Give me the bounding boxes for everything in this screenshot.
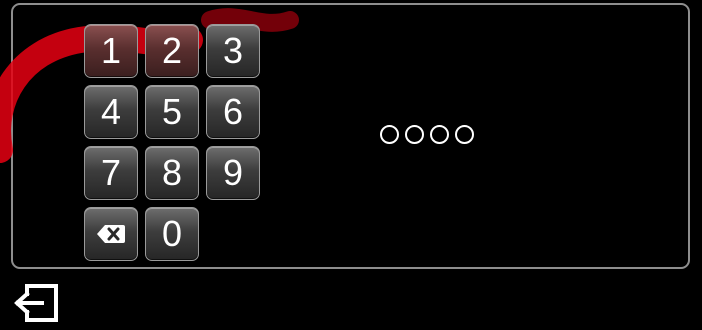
pin-dot: [430, 125, 449, 144]
backspace-button[interactable]: [84, 207, 138, 261]
key-4[interactable]: 4: [84, 85, 138, 139]
key-9[interactable]: 9: [206, 146, 260, 200]
pin-indicator: [380, 125, 474, 144]
key-5[interactable]: 5: [145, 85, 199, 139]
key-7[interactable]: 7: [84, 146, 138, 200]
pin-dot: [455, 125, 474, 144]
backspace-icon: [97, 225, 125, 243]
key-1[interactable]: 1: [84, 24, 138, 78]
exit-icon: [14, 284, 58, 322]
key-2[interactable]: 2: [145, 24, 199, 78]
pin-dot: [380, 125, 399, 144]
key-6[interactable]: 6: [206, 85, 260, 139]
key-0[interactable]: 0: [145, 207, 199, 261]
key-3[interactable]: 3: [206, 24, 260, 78]
key-8[interactable]: 8: [145, 146, 199, 200]
pin-dot: [405, 125, 424, 144]
numeric-keypad: 1 2 3 4 5 6 7 8 9 0: [84, 24, 260, 261]
exit-button[interactable]: [14, 284, 58, 322]
